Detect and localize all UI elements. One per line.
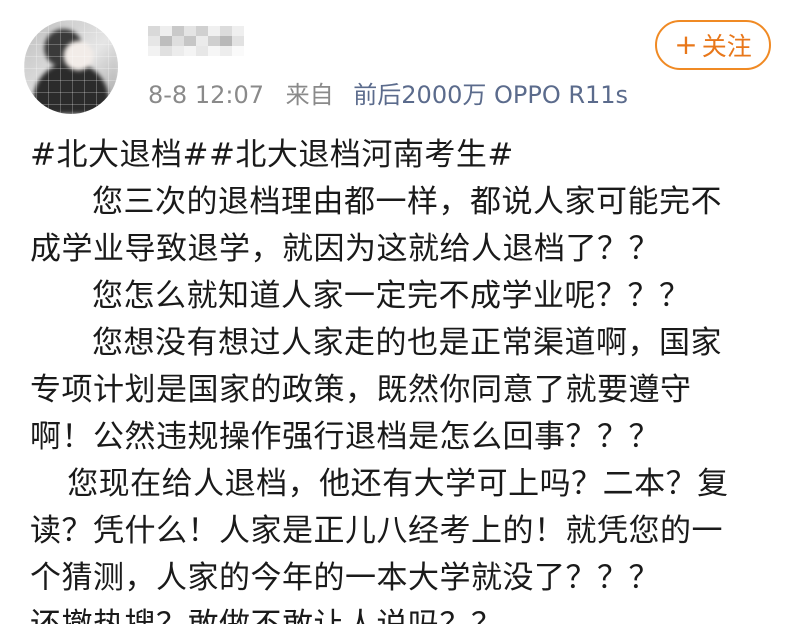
post-line: 您怎么就知道人家一定完不成学业呢？？？: [92, 278, 691, 314]
avatar-mosaic-overlay: [24, 20, 118, 114]
post-line: 专项计划是国家的政策，既然你同意了就要遵守: [30, 372, 692, 408]
post-line: 成学业导致退学，就因为这就给人退档了？？: [30, 231, 660, 267]
post-line: 个猜测，人家的今年的一本大学就没了？？？: [30, 560, 660, 596]
post-line: 还撤热搜？敢做不敢让人说吗？？: [30, 602, 770, 624]
post-timestamp: 8-8 12:07: [148, 81, 264, 109]
post-meta: 8-8 12:07 来自 前后2000万 OPPO R11s: [148, 80, 628, 110]
post-source-link[interactable]: 前后2000万 OPPO R11s: [353, 81, 628, 109]
from-label: 来自: [285, 81, 334, 109]
follow-button[interactable]: + 关注: [655, 20, 771, 70]
hashtags[interactable]: #北大退档##北大退档河南考生#: [30, 132, 770, 179]
plus-icon: +: [674, 28, 698, 61]
post-line: 您想没有想过人家走的也是正常渠道啊，国家: [92, 325, 722, 361]
post-header: 8-8 12:07 来自 前后2000万 OPPO R11s + 关注: [0, 0, 800, 120]
post-line: 读？凭什么！人家是正儿八经考上的！就凭您的一: [30, 513, 723, 549]
avatar[interactable]: [24, 20, 118, 114]
follow-label: 关注: [701, 32, 752, 61]
post-line: 您现在给人退档，他还有大学可上吗？二本？复: [67, 466, 729, 502]
post-line: 啊！公然违规操作强行退档是怎么回事？？？: [30, 419, 660, 455]
post-line: 您三次的退档理由都一样，都说人家可能完不: [92, 184, 722, 220]
post-body: #北大退档##北大退档河南考生# 您三次的退档理由都一样，都说人家可能完不 成学…: [30, 132, 770, 624]
username-redacted[interactable]: [148, 26, 244, 56]
